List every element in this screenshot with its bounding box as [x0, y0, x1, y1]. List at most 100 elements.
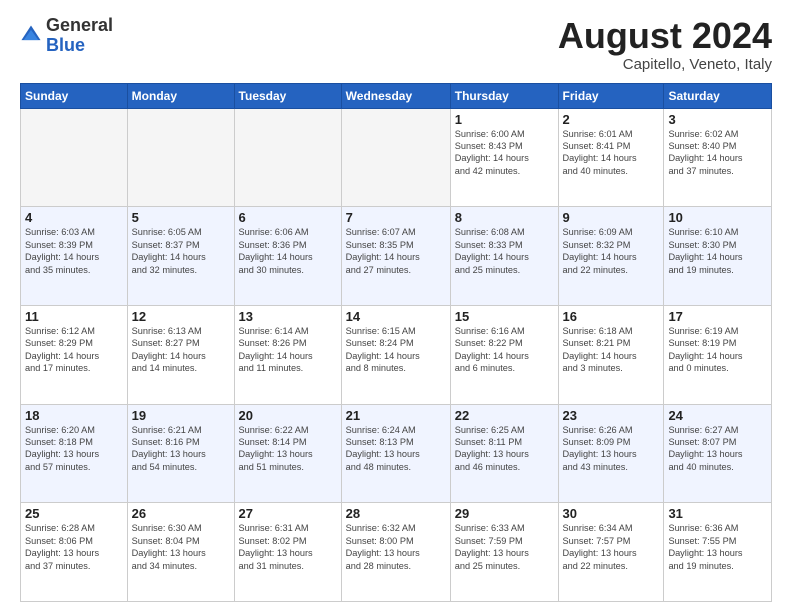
week-row-1: 4Sunrise: 6:03 AM Sunset: 8:39 PM Daylig… — [21, 207, 772, 306]
day-number: 11 — [25, 309, 123, 324]
header: General Blue August 2024 Capitello, Vene… — [20, 16, 772, 73]
day-number: 20 — [239, 408, 337, 423]
day-info: Sunrise: 6:02 AM Sunset: 8:40 PM Dayligh… — [668, 128, 767, 178]
table-row: 28Sunrise: 6:32 AM Sunset: 8:00 PM Dayli… — [341, 503, 450, 602]
day-number: 21 — [346, 408, 446, 423]
day-number: 27 — [239, 506, 337, 521]
table-row: 7Sunrise: 6:07 AM Sunset: 8:35 PM Daylig… — [341, 207, 450, 306]
table-row: 26Sunrise: 6:30 AM Sunset: 8:04 PM Dayli… — [127, 503, 234, 602]
table-row: 4Sunrise: 6:03 AM Sunset: 8:39 PM Daylig… — [21, 207, 128, 306]
table-row: 19Sunrise: 6:21 AM Sunset: 8:16 PM Dayli… — [127, 404, 234, 503]
day-info: Sunrise: 6:03 AM Sunset: 8:39 PM Dayligh… — [25, 226, 123, 276]
day-info: Sunrise: 6:27 AM Sunset: 8:07 PM Dayligh… — [668, 424, 767, 474]
table-row — [127, 108, 234, 207]
week-row-0: 1Sunrise: 6:00 AM Sunset: 8:43 PM Daylig… — [21, 108, 772, 207]
day-info: Sunrise: 6:19 AM Sunset: 8:19 PM Dayligh… — [668, 325, 767, 375]
day-number: 12 — [132, 309, 230, 324]
day-number: 4 — [25, 210, 123, 225]
day-info: Sunrise: 6:07 AM Sunset: 8:35 PM Dayligh… — [346, 226, 446, 276]
table-row: 13Sunrise: 6:14 AM Sunset: 8:26 PM Dayli… — [234, 305, 341, 404]
table-row: 2Sunrise: 6:01 AM Sunset: 8:41 PM Daylig… — [558, 108, 664, 207]
title-block: August 2024 Capitello, Veneto, Italy — [558, 16, 772, 73]
week-row-3: 18Sunrise: 6:20 AM Sunset: 8:18 PM Dayli… — [21, 404, 772, 503]
header-row: Sunday Monday Tuesday Wednesday Thursday… — [21, 83, 772, 108]
logo-general: General — [46, 15, 113, 35]
day-number: 6 — [239, 210, 337, 225]
month-title: August 2024 — [558, 16, 772, 56]
col-wednesday: Wednesday — [341, 83, 450, 108]
table-row: 6Sunrise: 6:06 AM Sunset: 8:36 PM Daylig… — [234, 207, 341, 306]
table-row: 5Sunrise: 6:05 AM Sunset: 8:37 PM Daylig… — [127, 207, 234, 306]
col-monday: Monday — [127, 83, 234, 108]
day-info: Sunrise: 6:13 AM Sunset: 8:27 PM Dayligh… — [132, 325, 230, 375]
table-row: 22Sunrise: 6:25 AM Sunset: 8:11 PM Dayli… — [450, 404, 558, 503]
day-info: Sunrise: 6:14 AM Sunset: 8:26 PM Dayligh… — [239, 325, 337, 375]
day-number: 7 — [346, 210, 446, 225]
day-number: 30 — [563, 506, 660, 521]
table-row: 10Sunrise: 6:10 AM Sunset: 8:30 PM Dayli… — [664, 207, 772, 306]
day-info: Sunrise: 6:34 AM Sunset: 7:57 PM Dayligh… — [563, 522, 660, 572]
day-number: 31 — [668, 506, 767, 521]
day-info: Sunrise: 6:26 AM Sunset: 8:09 PM Dayligh… — [563, 424, 660, 474]
day-info: Sunrise: 6:18 AM Sunset: 8:21 PM Dayligh… — [563, 325, 660, 375]
day-info: Sunrise: 6:22 AM Sunset: 8:14 PM Dayligh… — [239, 424, 337, 474]
day-info: Sunrise: 6:20 AM Sunset: 8:18 PM Dayligh… — [25, 424, 123, 474]
day-number: 14 — [346, 309, 446, 324]
col-tuesday: Tuesday — [234, 83, 341, 108]
day-info: Sunrise: 6:25 AM Sunset: 8:11 PM Dayligh… — [455, 424, 554, 474]
day-info: Sunrise: 6:28 AM Sunset: 8:06 PM Dayligh… — [25, 522, 123, 572]
day-number: 28 — [346, 506, 446, 521]
subtitle: Capitello, Veneto, Italy — [558, 56, 772, 73]
day-info: Sunrise: 6:16 AM Sunset: 8:22 PM Dayligh… — [455, 325, 554, 375]
day-info: Sunrise: 6:36 AM Sunset: 7:55 PM Dayligh… — [668, 522, 767, 572]
table-row: 31Sunrise: 6:36 AM Sunset: 7:55 PM Dayli… — [664, 503, 772, 602]
col-saturday: Saturday — [664, 83, 772, 108]
day-number: 26 — [132, 506, 230, 521]
day-info: Sunrise: 6:24 AM Sunset: 8:13 PM Dayligh… — [346, 424, 446, 474]
table-row: 24Sunrise: 6:27 AM Sunset: 8:07 PM Dayli… — [664, 404, 772, 503]
table-row: 20Sunrise: 6:22 AM Sunset: 8:14 PM Dayli… — [234, 404, 341, 503]
table-row: 27Sunrise: 6:31 AM Sunset: 8:02 PM Dayli… — [234, 503, 341, 602]
logo-icon — [20, 24, 42, 46]
col-sunday: Sunday — [21, 83, 128, 108]
calendar-body: 1Sunrise: 6:00 AM Sunset: 8:43 PM Daylig… — [21, 108, 772, 601]
day-number: 22 — [455, 408, 554, 423]
page: General Blue August 2024 Capitello, Vene… — [0, 0, 792, 612]
day-info: Sunrise: 6:33 AM Sunset: 7:59 PM Dayligh… — [455, 522, 554, 572]
logo: General Blue — [20, 16, 113, 56]
day-info: Sunrise: 6:15 AM Sunset: 8:24 PM Dayligh… — [346, 325, 446, 375]
table-row — [341, 108, 450, 207]
day-number: 18 — [25, 408, 123, 423]
table-row: 17Sunrise: 6:19 AM Sunset: 8:19 PM Dayli… — [664, 305, 772, 404]
table-row: 8Sunrise: 6:08 AM Sunset: 8:33 PM Daylig… — [450, 207, 558, 306]
day-info: Sunrise: 6:31 AM Sunset: 8:02 PM Dayligh… — [239, 522, 337, 572]
day-number: 15 — [455, 309, 554, 324]
day-info: Sunrise: 6:12 AM Sunset: 8:29 PM Dayligh… — [25, 325, 123, 375]
day-info: Sunrise: 6:30 AM Sunset: 8:04 PM Dayligh… — [132, 522, 230, 572]
table-row: 16Sunrise: 6:18 AM Sunset: 8:21 PM Dayli… — [558, 305, 664, 404]
table-row: 23Sunrise: 6:26 AM Sunset: 8:09 PM Dayli… — [558, 404, 664, 503]
day-number: 10 — [668, 210, 767, 225]
day-number: 8 — [455, 210, 554, 225]
day-number: 5 — [132, 210, 230, 225]
day-number: 16 — [563, 309, 660, 324]
day-number: 25 — [25, 506, 123, 521]
col-thursday: Thursday — [450, 83, 558, 108]
day-info: Sunrise: 6:08 AM Sunset: 8:33 PM Dayligh… — [455, 226, 554, 276]
day-number: 2 — [563, 112, 660, 127]
calendar: Sunday Monday Tuesday Wednesday Thursday… — [20, 83, 772, 602]
day-info: Sunrise: 6:01 AM Sunset: 8:41 PM Dayligh… — [563, 128, 660, 178]
table-row: 11Sunrise: 6:12 AM Sunset: 8:29 PM Dayli… — [21, 305, 128, 404]
logo-blue: Blue — [46, 35, 85, 55]
day-number: 24 — [668, 408, 767, 423]
day-info: Sunrise: 6:05 AM Sunset: 8:37 PM Dayligh… — [132, 226, 230, 276]
table-row — [234, 108, 341, 207]
table-row: 30Sunrise: 6:34 AM Sunset: 7:57 PM Dayli… — [558, 503, 664, 602]
calendar-header: Sunday Monday Tuesday Wednesday Thursday… — [21, 83, 772, 108]
day-info: Sunrise: 6:06 AM Sunset: 8:36 PM Dayligh… — [239, 226, 337, 276]
day-info: Sunrise: 6:32 AM Sunset: 8:00 PM Dayligh… — [346, 522, 446, 572]
table-row: 14Sunrise: 6:15 AM Sunset: 8:24 PM Dayli… — [341, 305, 450, 404]
table-row: 18Sunrise: 6:20 AM Sunset: 8:18 PM Dayli… — [21, 404, 128, 503]
table-row: 15Sunrise: 6:16 AM Sunset: 8:22 PM Dayli… — [450, 305, 558, 404]
table-row: 3Sunrise: 6:02 AM Sunset: 8:40 PM Daylig… — [664, 108, 772, 207]
